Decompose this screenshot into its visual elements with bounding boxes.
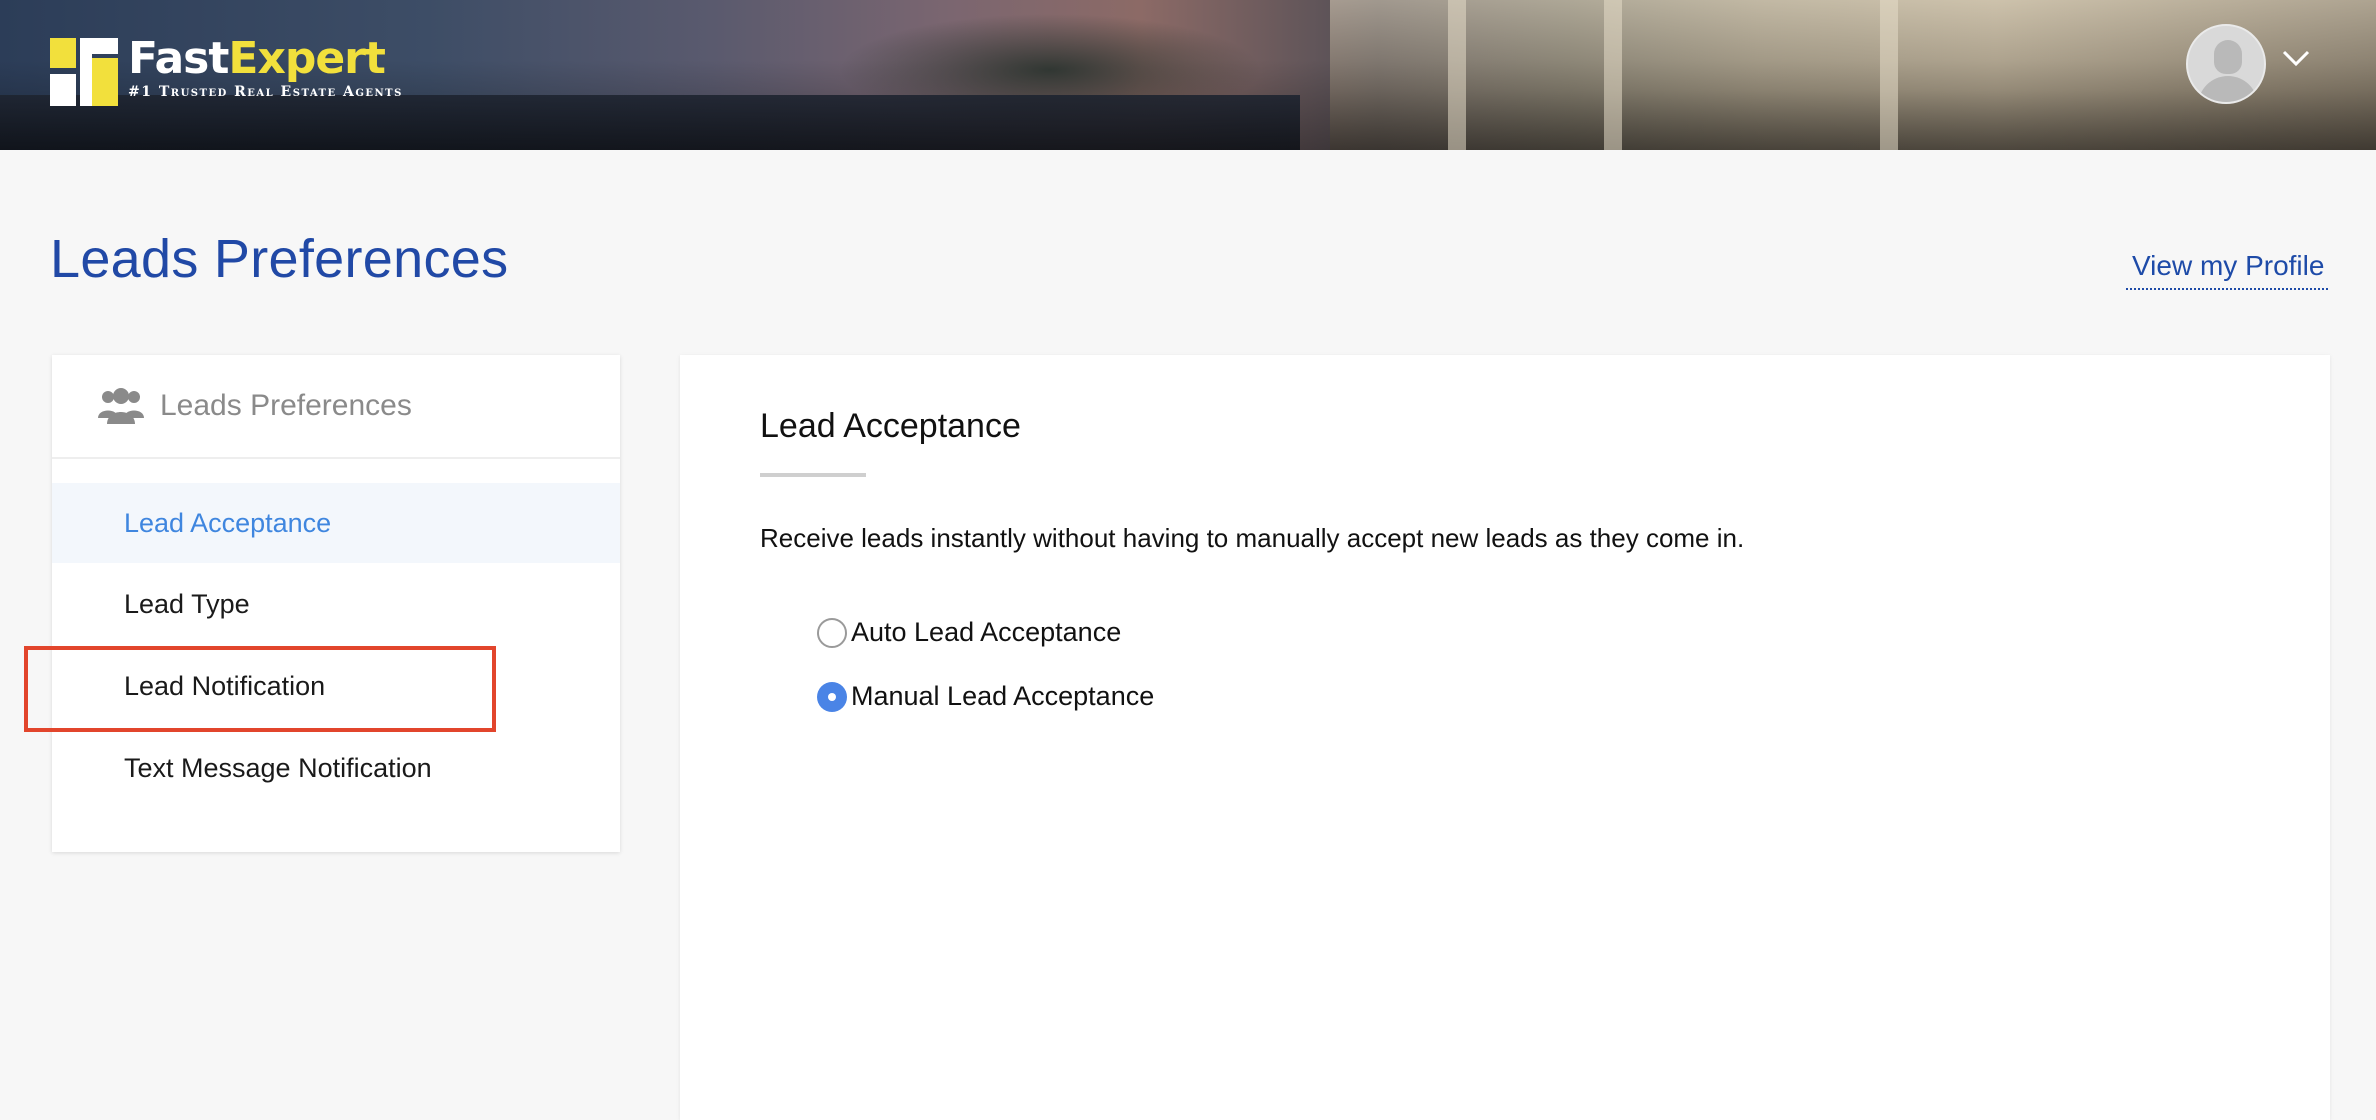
user-avatar-icon[interactable] — [2186, 24, 2266, 104]
users-group-icon — [98, 386, 144, 426]
fastexpert-logo[interactable]: FastExpert #1 Trusted Real Estate Agents — [50, 34, 403, 108]
sidebar-item-lead-notification[interactable]: Lead Notification — [52, 646, 620, 726]
lead-acceptance-panel: Lead Acceptance Receive leads instantly … — [680, 355, 2330, 1120]
view-profile-link[interactable]: View my Profile — [2126, 250, 2329, 290]
manual-lead-acceptance-radio[interactable] — [817, 681, 847, 712]
section-title: Lead Acceptance — [760, 407, 1021, 445]
logo-wordmark: FastExpert — [128, 33, 386, 84]
banner-pillar — [1604, 0, 1622, 150]
manual-lead-acceptance-label: Manual Lead Acceptance — [851, 681, 1155, 711]
section-description: Receive leads instantly without having t… — [760, 523, 1745, 553]
sidebar-heading: Leads Preferences — [52, 355, 620, 459]
chevron-down-icon[interactable] — [2280, 46, 2312, 70]
auto-lead-acceptance-radio[interactable] — [817, 617, 847, 648]
page-title: Leads Preferences — [50, 229, 509, 289]
auto-lead-acceptance-label: Auto Lead Acceptance — [851, 617, 1122, 647]
preferences-sidebar: Leads Preferences Lead Acceptance Lead T… — [52, 355, 620, 852]
section-underline — [760, 473, 866, 477]
banner-pillar — [1880, 0, 1898, 150]
sidebar-item-lead-acceptance[interactable]: Lead Acceptance — [52, 483, 620, 563]
auto-lead-acceptance-option[interactable]: Auto Lead Acceptance — [817, 617, 1121, 648]
logo-mark-icon — [50, 38, 118, 106]
manual-lead-acceptance-option[interactable]: Manual Lead Acceptance — [817, 681, 1154, 712]
logo-tagline: #1 Trusted Real Estate Agents — [128, 84, 403, 100]
sidebar-heading-label: Leads Preferences — [160, 389, 412, 422]
sidebar-item-text-message-notification[interactable]: Text Message Notification — [52, 728, 620, 808]
sidebar-item-lead-type[interactable]: Lead Type — [52, 564, 620, 644]
banner-pillar — [1448, 0, 1466, 150]
header-banner: FastExpert #1 Trusted Real Estate Agents — [0, 0, 2376, 150]
